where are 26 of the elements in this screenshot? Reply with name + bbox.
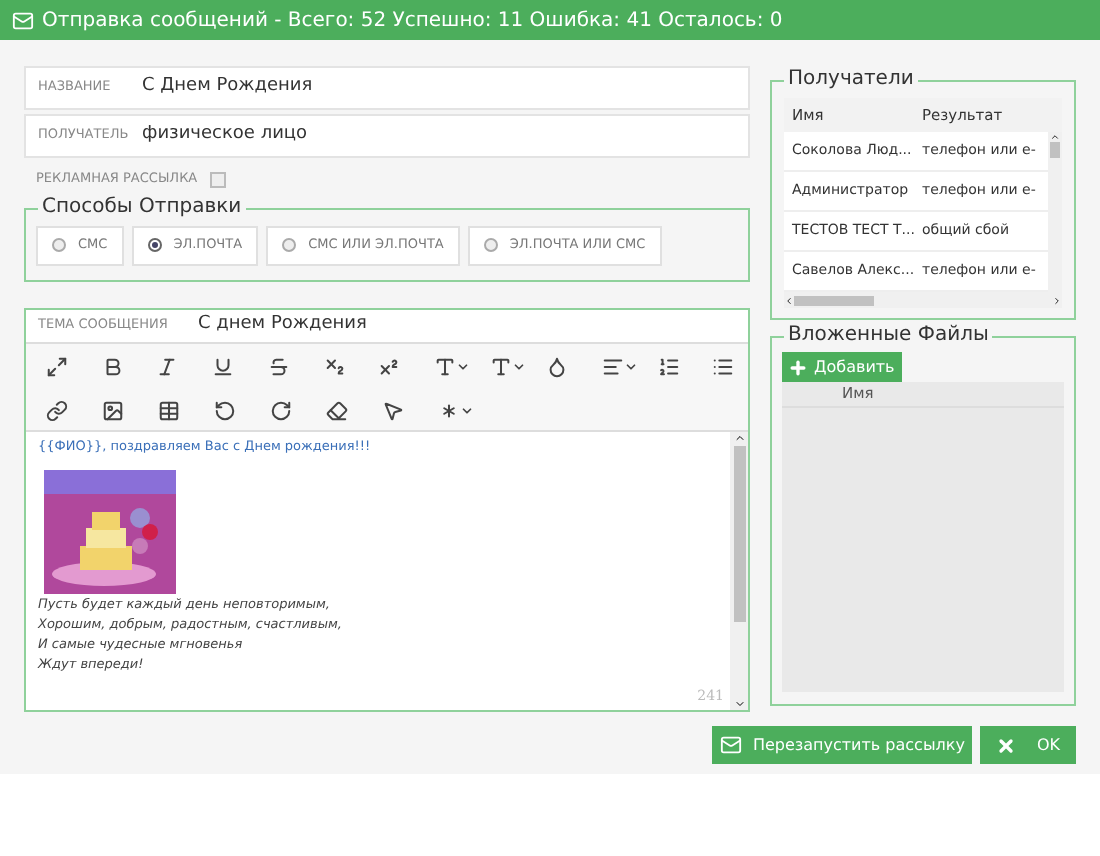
scroll-down-icon[interactable]	[733, 698, 745, 710]
field-value: С Днем Рождения	[142, 74, 313, 101]
scroll-thumb[interactable]	[1050, 142, 1060, 158]
field-value: физическое лицо	[142, 122, 308, 149]
scroll-left-icon[interactable]	[784, 295, 794, 305]
scroll-thumb[interactable]	[794, 295, 874, 305]
add-button[interactable]: Добавить	[782, 352, 902, 382]
field-value: С днем Рождения	[198, 312, 367, 339]
scroll-up-icon[interactable]	[1050, 132, 1060, 142]
scroll-right-icon[interactable]	[1052, 295, 1062, 305]
radio-circle[interactable]	[147, 238, 162, 252]
scroll-thumb[interactable]	[733, 446, 745, 622]
mail-icon	[12, 9, 34, 31]
horizontal-scrollbar[interactable]	[784, 292, 1062, 308]
window-title: Отправка сообщений - Всего: 52 Успешно: 11 Ошибка: 41 Осталось: 0	[42, 7, 783, 35]
group-legend: Получатели	[784, 66, 918, 94]
checkbox[interactable]	[209, 172, 226, 188]
scrollbar[interactable]	[730, 432, 748, 710]
group-legend: Способы Отправки	[38, 194, 246, 222]
close-icon	[996, 735, 1017, 755]
mail-icon	[720, 734, 743, 756]
scrollbar[interactable]	[1048, 132, 1062, 292]
plus-icon	[788, 357, 808, 377]
scroll-up-icon[interactable]	[733, 432, 745, 444]
ok-button[interactable]: OK	[980, 726, 1076, 764]
restart-button[interactable]: Перезапустить рассылку	[712, 726, 973, 764]
